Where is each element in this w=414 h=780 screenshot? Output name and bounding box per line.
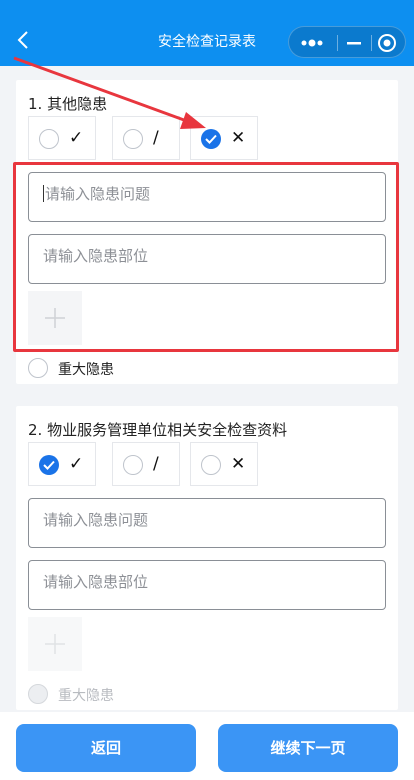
location-input[interactable]: 请输入隐患部位	[28, 560, 386, 610]
issue-input[interactable]: 请输入隐患问题	[28, 172, 386, 222]
back-button[interactable]: 返回	[16, 724, 196, 772]
major-hazard-toggle: 重大隐患	[28, 682, 168, 706]
more-dots-icon[interactable]	[299, 35, 325, 51]
add-photo-button[interactable]	[28, 291, 82, 345]
major-hazard-label: 重大隐患	[58, 688, 114, 704]
question-card-2: 2. 物业服务管理单位相关安全检查资料 ✓ / ✕ 请输入隐患问题 请输入隐患部…	[16, 406, 398, 710]
option-na[interactable]: /	[112, 442, 180, 486]
radio-checked-icon	[39, 455, 59, 475]
option-check[interactable]: ✓	[28, 442, 96, 486]
capsule-divider	[337, 35, 338, 51]
location-placeholder: 请输入隐患部位	[43, 247, 149, 265]
plus-icon	[45, 308, 65, 328]
option-mark: ✓	[69, 128, 84, 148]
option-mark: /	[153, 128, 159, 148]
option-mark: ✕	[231, 454, 246, 474]
text-cursor	[43, 185, 44, 202]
plus-icon	[45, 634, 65, 654]
mini-program-capsule	[288, 26, 406, 58]
option-cross[interactable]: ✕	[190, 442, 258, 486]
bottom-action-bar: 返回 继续下一页	[0, 712, 414, 780]
radio-unchecked-icon	[201, 455, 221, 475]
next-page-button[interactable]: 继续下一页	[218, 724, 398, 772]
radio-unchecked-icon	[123, 129, 143, 149]
option-check[interactable]: ✓	[28, 116, 96, 160]
question-card-1: 1. 其他隐患 ✓ / ✕ 请输入隐患问题 请输入隐患部位 重大隐患	[16, 80, 398, 384]
location-placeholder: 请输入隐患部位	[43, 573, 149, 591]
radio-unchecked-icon	[39, 129, 59, 149]
radio-checked-icon	[201, 129, 221, 149]
option-mark: /	[153, 454, 159, 474]
option-na[interactable]: /	[112, 116, 180, 160]
major-hazard-toggle[interactable]: 重大隐患	[28, 356, 168, 380]
nav-bar: 安全检查记录表	[0, 0, 414, 66]
option-mark: ✕	[231, 128, 246, 148]
issue-placeholder: 请输入隐患问题	[43, 511, 149, 529]
major-hazard-label: 重大隐患	[58, 362, 114, 378]
option-mark: ✓	[69, 454, 84, 474]
question-title: 1. 其他隐患	[28, 95, 108, 113]
location-input[interactable]: 请输入隐患部位	[28, 234, 386, 284]
issue-placeholder: 请输入隐患问题	[45, 185, 151, 203]
issue-input[interactable]: 请输入隐患问题	[28, 498, 386, 548]
capsule-divider	[371, 35, 372, 51]
question-title: 2. 物业服务管理单位相关安全检查资料	[28, 421, 288, 439]
option-cross[interactable]: ✕	[190, 116, 258, 160]
add-photo-button[interactable]	[28, 617, 82, 671]
target-circle-icon[interactable]	[377, 33, 397, 53]
radio-unchecked-icon	[123, 455, 143, 475]
radio-unchecked-icon	[28, 358, 48, 378]
minimize-icon[interactable]	[341, 35, 367, 51]
radio-disabled-icon	[28, 684, 48, 704]
